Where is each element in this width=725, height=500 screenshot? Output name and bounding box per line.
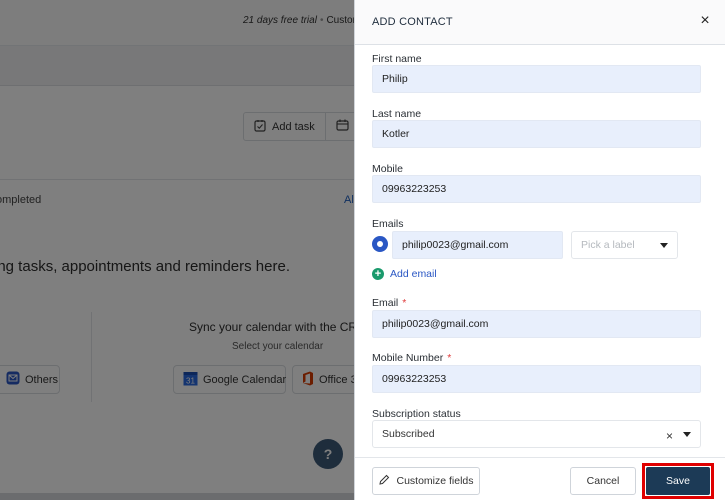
required-marker: *: [402, 297, 407, 309]
customize-fields-button[interactable]: Customize fields: [372, 467, 480, 495]
mobile-number-input[interactable]: 09963223253: [372, 365, 701, 393]
plus-circle-icon: +: [372, 268, 384, 280]
caret-down-icon: [683, 431, 691, 437]
subscription-status-value: Subscribed: [382, 428, 435, 440]
save-button[interactable]: Save: [646, 467, 710, 495]
add-email-button[interactable]: + Add email: [372, 268, 437, 280]
drawer-header: ADD CONTACT ×: [355, 0, 725, 45]
label-select-placeholder: Pick a label: [581, 239, 635, 251]
first-name-label: First name: [372, 53, 422, 65]
add-email-label: Add email: [390, 268, 437, 280]
subscription-status-label: Subscription status: [372, 408, 461, 420]
subscription-status-select[interactable]: Subscribed ×: [372, 420, 701, 448]
email-input[interactable]: philip0023@gmail.com: [372, 310, 701, 338]
pencil-icon: [378, 474, 390, 489]
first-name-input[interactable]: Philip: [372, 65, 701, 93]
clear-icon[interactable]: ×: [666, 429, 673, 443]
emails-input[interactable]: philip0023@gmail.com: [392, 231, 563, 259]
email-label-text: Email: [372, 297, 399, 309]
last-name-input[interactable]: Kotler: [372, 120, 701, 148]
drawer-title: ADD CONTACT: [372, 16, 453, 28]
save-button-highlight: Save: [642, 463, 714, 499]
mobile-input[interactable]: 09963223253: [372, 175, 701, 203]
emails-label: Emails: [372, 218, 404, 230]
caret-down-icon: [660, 242, 668, 248]
required-marker: *: [447, 352, 452, 364]
mobile-number-label: Mobile Number *: [372, 352, 451, 364]
primary-email-radio[interactable]: [372, 236, 388, 252]
customize-fields-label: Customize fields: [396, 475, 474, 487]
email-label: Email *: [372, 297, 406, 309]
close-icon[interactable]: ×: [697, 12, 713, 29]
email-label-select[interactable]: Pick a label: [571, 231, 678, 259]
mobile-label: Mobile: [372, 163, 403, 175]
last-name-label: Last name: [372, 108, 422, 120]
add-contact-drawer: ADD CONTACT × First name Philip Last nam…: [354, 0, 725, 500]
mobile-number-label-text: Mobile Number: [372, 352, 444, 364]
cancel-button[interactable]: Cancel: [570, 467, 636, 495]
drawer-footer: Customize fields Cancel Save: [355, 457, 725, 500]
